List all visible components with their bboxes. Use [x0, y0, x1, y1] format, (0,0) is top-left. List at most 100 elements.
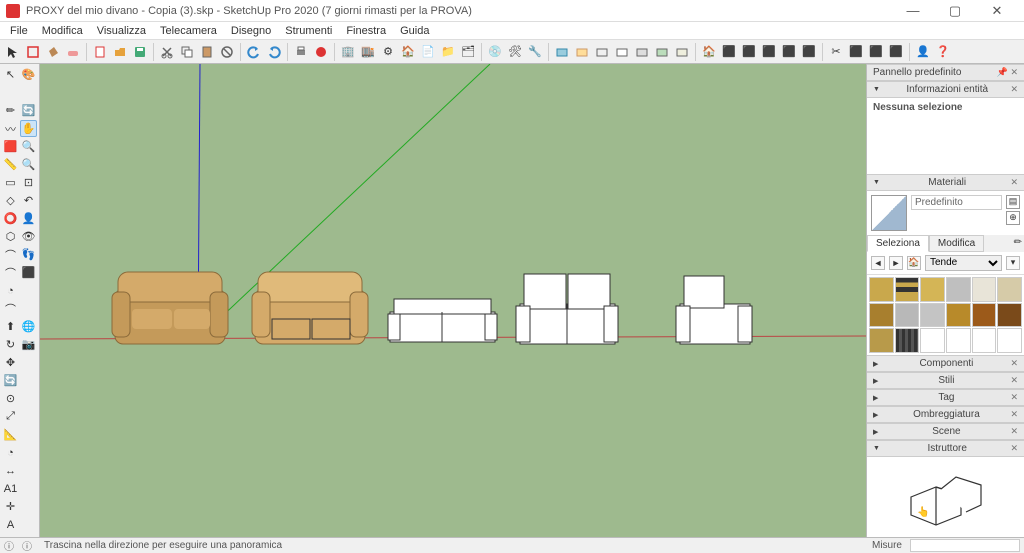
material-swatch[interactable] [946, 303, 971, 328]
scale-icon[interactable]: ⤢ [2, 408, 19, 425]
tape-icon[interactable]: 📏 [2, 156, 19, 173]
materials-header[interactable]: Materiali ✕ [867, 174, 1024, 191]
save-file-icon[interactable] [131, 43, 149, 61]
create-material-icon[interactable]: ⊕ [1006, 211, 1020, 225]
paste-icon[interactable] [198, 43, 216, 61]
circle-icon[interactable]: ⭕ [2, 210, 19, 227]
geo-icon[interactable]: ⓘ [22, 538, 32, 553]
photo-icon[interactable]: 📷 [20, 336, 37, 353]
back-icon[interactable]: ⬛ [780, 43, 798, 61]
menu-draw[interactable]: Disegno [225, 24, 277, 38]
mono-icon[interactable] [673, 43, 691, 61]
toolbar-icon[interactable]: 🛠 [506, 43, 524, 61]
material-swatch[interactable] [997, 303, 1022, 328]
warehouse-icon[interactable]: 🏢 [339, 43, 357, 61]
cat-home-icon[interactable]: 🏠 [907, 256, 921, 270]
walk-icon[interactable]: 👣 [20, 246, 37, 263]
right-icon[interactable]: ⬛ [760, 43, 778, 61]
copy-icon[interactable] [178, 43, 196, 61]
tape-measure-icon[interactable]: 📐 [2, 426, 19, 443]
material-swatch[interactable] [869, 303, 894, 328]
material-swatch[interactable] [972, 328, 997, 353]
material-swatch[interactable] [972, 277, 997, 302]
ext-manager-icon[interactable]: ⚙ [379, 43, 397, 61]
rect-icon[interactable]: ▭ [2, 174, 19, 191]
material-swatch[interactable] [946, 328, 971, 353]
section-icon[interactable]: ✂ [827, 43, 845, 61]
wireframe-icon[interactable] [593, 43, 611, 61]
toolbar-icon[interactable]: 🗂 [459, 43, 477, 61]
entity-info-header[interactable]: Informazioni entità ✕ [867, 81, 1024, 98]
material-swatch[interactable] [997, 328, 1022, 353]
shaded-tex-icon[interactable] [653, 43, 671, 61]
zoom-icon[interactable]: 🔍 [20, 138, 37, 155]
cat-menu-icon[interactable]: ▾ [1006, 256, 1020, 270]
arc-icon[interactable]: ⌒ [2, 246, 19, 263]
3dtext-icon[interactable]: A [2, 516, 19, 533]
text-icon[interactable]: A1 [2, 480, 19, 497]
move-icon[interactable]: ✥ [2, 354, 19, 371]
user-icon[interactable]: 👤 [914, 43, 932, 61]
zoom-extents-icon[interactable]: ⊡ [20, 174, 37, 191]
open-file-icon[interactable] [111, 43, 129, 61]
sample-paint-icon[interactable]: ✏ [1012, 235, 1024, 252]
section-display-icon[interactable]: ⬛ [847, 43, 865, 61]
components-header[interactable]: Componenti✕ [867, 355, 1024, 372]
close-icon[interactable]: ✕ [1010, 177, 1018, 188]
select-icon[interactable]: ↖ [2, 66, 19, 83]
make-component-icon[interactable] [24, 43, 42, 61]
follow-icon[interactable]: ↻ [2, 336, 19, 353]
maximize-button[interactable]: ▢ [934, 0, 976, 22]
cat-fwd-icon[interactable]: ► [889, 256, 903, 270]
paint-bucket-icon[interactable] [44, 43, 62, 61]
arc2-icon[interactable]: ⌒ [2, 264, 19, 281]
menu-file[interactable]: File [4, 24, 34, 38]
tab-select[interactable]: Seleziona [867, 235, 929, 252]
toolbar-icon[interactable]: 🔧 [526, 43, 544, 61]
arc3-icon[interactable]: ⌒ [2, 300, 19, 317]
viewport[interactable] [40, 64, 866, 537]
pie-icon[interactable]: ◔ [2, 282, 19, 299]
freehand-icon[interactable]: 〰 [2, 120, 19, 137]
menu-window[interactable]: Finestra [340, 24, 392, 38]
scenes-header[interactable]: Scene✕ [867, 423, 1024, 440]
backface-icon[interactable] [573, 43, 591, 61]
geolocation-icon[interactable]: 🌐 [20, 318, 37, 335]
section-cut-icon[interactable]: ⬛ [867, 43, 885, 61]
hidden-line-icon[interactable] [613, 43, 631, 61]
tray-header[interactable]: Pannello predefinito 📌 ✕ [867, 64, 1024, 81]
instructor-header[interactable]: Istruttore✕ [867, 440, 1024, 457]
polygon-icon[interactable]: ⬡ [2, 228, 19, 245]
category-select[interactable]: Tende [925, 255, 1002, 271]
shaded-icon[interactable] [633, 43, 651, 61]
material-swatch[interactable] [895, 328, 920, 353]
pan-icon[interactable]: ✋ [20, 120, 37, 137]
orbit-icon[interactable]: 🔄 [20, 102, 37, 119]
section-fill-icon[interactable]: ⬛ [887, 43, 905, 61]
tag-header[interactable]: Tag✕ [867, 389, 1024, 406]
material-swatch[interactable] [997, 277, 1022, 302]
eraser-icon[interactable]: 🟥 [2, 138, 19, 155]
look-around-icon[interactable]: 👁 [20, 228, 37, 245]
ext-warehouse-icon[interactable]: 🏬 [359, 43, 377, 61]
pin-icon[interactable]: 📌 ✕ [997, 67, 1018, 78]
offset-icon[interactable]: ⊙ [2, 390, 19, 407]
previous-icon[interactable]: ↶ [20, 192, 37, 209]
iso-icon[interactable]: 🏠 [700, 43, 718, 61]
zoom-window-icon[interactable]: 🔍 [20, 156, 37, 173]
minimize-button[interactable]: ― [892, 0, 934, 22]
model-info-icon[interactable] [312, 43, 330, 61]
xray-icon[interactable] [553, 43, 571, 61]
paint-icon[interactable]: 🎨 [20, 66, 37, 83]
rotate-icon[interactable]: 🔄 [2, 372, 19, 389]
left-icon[interactable]: ⬛ [800, 43, 818, 61]
protractor-icon[interactable]: ◔ [2, 444, 19, 461]
new-file-icon[interactable] [91, 43, 109, 61]
toolbar-icon[interactable]: 📄 [419, 43, 437, 61]
front-icon[interactable]: ⬛ [740, 43, 758, 61]
menu-edit[interactable]: Modifica [36, 24, 89, 38]
close-button[interactable]: ✕ [976, 0, 1018, 22]
line-icon[interactable]: ✏ [2, 102, 19, 119]
eraser-icon[interactable] [64, 43, 82, 61]
undo-icon[interactable] [245, 43, 263, 61]
